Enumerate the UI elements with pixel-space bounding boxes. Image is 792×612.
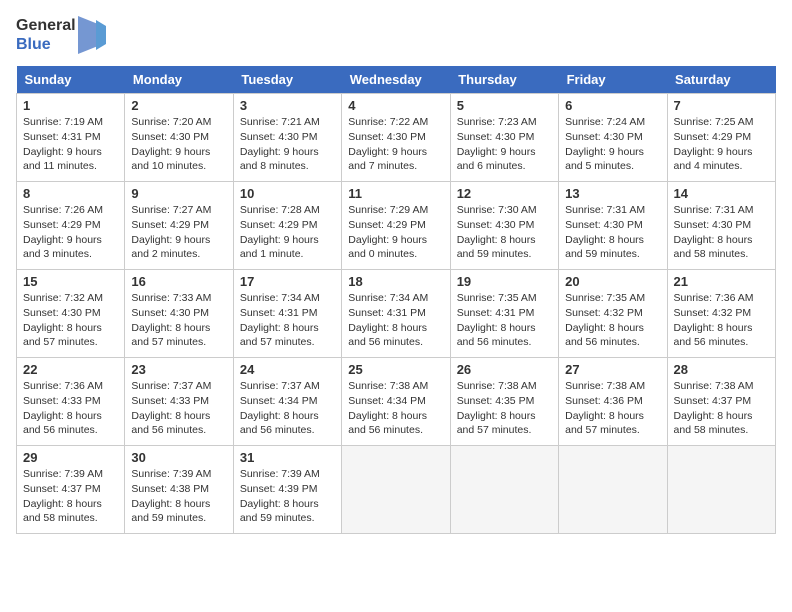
calendar-day-14: 14Sunrise: 7:31 AMSunset: 4:30 PMDayligh… — [667, 182, 775, 270]
weekday-header-sunday: Sunday — [17, 66, 125, 94]
calendar-day-6: 6Sunrise: 7:24 AMSunset: 4:30 PMDaylight… — [559, 94, 667, 182]
calendar-day-5: 5Sunrise: 7:23 AMSunset: 4:30 PMDaylight… — [450, 94, 558, 182]
calendar-table: SundayMondayTuesdayWednesdayThursdayFrid… — [16, 66, 776, 534]
calendar-day-21: 21Sunrise: 7:36 AMSunset: 4:32 PMDayligh… — [667, 270, 775, 358]
calendar-day-15: 15Sunrise: 7:32 AMSunset: 4:30 PMDayligh… — [17, 270, 125, 358]
calendar-day-26: 26Sunrise: 7:38 AMSunset: 4:35 PMDayligh… — [450, 358, 558, 446]
weekday-header-saturday: Saturday — [667, 66, 775, 94]
calendar-day-29: 29Sunrise: 7:39 AMSunset: 4:37 PMDayligh… — [17, 446, 125, 534]
calendar-day-4: 4Sunrise: 7:22 AMSunset: 4:30 PMDaylight… — [342, 94, 450, 182]
calendar-day-11: 11Sunrise: 7:29 AMSunset: 4:29 PMDayligh… — [342, 182, 450, 270]
calendar-day-22: 22Sunrise: 7:36 AMSunset: 4:33 PMDayligh… — [17, 358, 125, 446]
calendar-day-2: 2Sunrise: 7:20 AMSunset: 4:30 PMDaylight… — [125, 94, 233, 182]
calendar-day-31: 31Sunrise: 7:39 AMSunset: 4:39 PMDayligh… — [233, 446, 341, 534]
calendar-day-28: 28Sunrise: 7:38 AMSunset: 4:37 PMDayligh… — [667, 358, 775, 446]
weekday-header-wednesday: Wednesday — [342, 66, 450, 94]
calendar-empty — [342, 446, 450, 534]
weekday-header-thursday: Thursday — [450, 66, 558, 94]
weekday-header-friday: Friday — [559, 66, 667, 94]
logo: General Blue — [16, 16, 106, 54]
calendar-day-12: 12Sunrise: 7:30 AMSunset: 4:30 PMDayligh… — [450, 182, 558, 270]
calendar-day-8: 8Sunrise: 7:26 AMSunset: 4:29 PMDaylight… — [17, 182, 125, 270]
calendar-day-18: 18Sunrise: 7:34 AMSunset: 4:31 PMDayligh… — [342, 270, 450, 358]
weekday-header-monday: Monday — [125, 66, 233, 94]
calendar-day-16: 16Sunrise: 7:33 AMSunset: 4:30 PMDayligh… — [125, 270, 233, 358]
calendar-day-9: 9Sunrise: 7:27 AMSunset: 4:29 PMDaylight… — [125, 182, 233, 270]
page-header: General Blue — [16, 16, 776, 54]
calendar-day-20: 20Sunrise: 7:35 AMSunset: 4:32 PMDayligh… — [559, 270, 667, 358]
calendar-empty — [667, 446, 775, 534]
calendar-day-1: 1Sunrise: 7:19 AMSunset: 4:31 PMDaylight… — [17, 94, 125, 182]
calendar-day-3: 3Sunrise: 7:21 AMSunset: 4:30 PMDaylight… — [233, 94, 341, 182]
calendar-day-7: 7Sunrise: 7:25 AMSunset: 4:29 PMDaylight… — [667, 94, 775, 182]
calendar-day-24: 24Sunrise: 7:37 AMSunset: 4:34 PMDayligh… — [233, 358, 341, 446]
calendar-day-23: 23Sunrise: 7:37 AMSunset: 4:33 PMDayligh… — [125, 358, 233, 446]
calendar-day-25: 25Sunrise: 7:38 AMSunset: 4:34 PMDayligh… — [342, 358, 450, 446]
weekday-header-tuesday: Tuesday — [233, 66, 341, 94]
calendar-day-27: 27Sunrise: 7:38 AMSunset: 4:36 PMDayligh… — [559, 358, 667, 446]
calendar-day-17: 17Sunrise: 7:34 AMSunset: 4:31 PMDayligh… — [233, 270, 341, 358]
calendar-day-30: 30Sunrise: 7:39 AMSunset: 4:38 PMDayligh… — [125, 446, 233, 534]
calendar-day-19: 19Sunrise: 7:35 AMSunset: 4:31 PMDayligh… — [450, 270, 558, 358]
calendar-empty — [450, 446, 558, 534]
calendar-empty — [559, 446, 667, 534]
calendar-day-13: 13Sunrise: 7:31 AMSunset: 4:30 PMDayligh… — [559, 182, 667, 270]
calendar-day-10: 10Sunrise: 7:28 AMSunset: 4:29 PMDayligh… — [233, 182, 341, 270]
